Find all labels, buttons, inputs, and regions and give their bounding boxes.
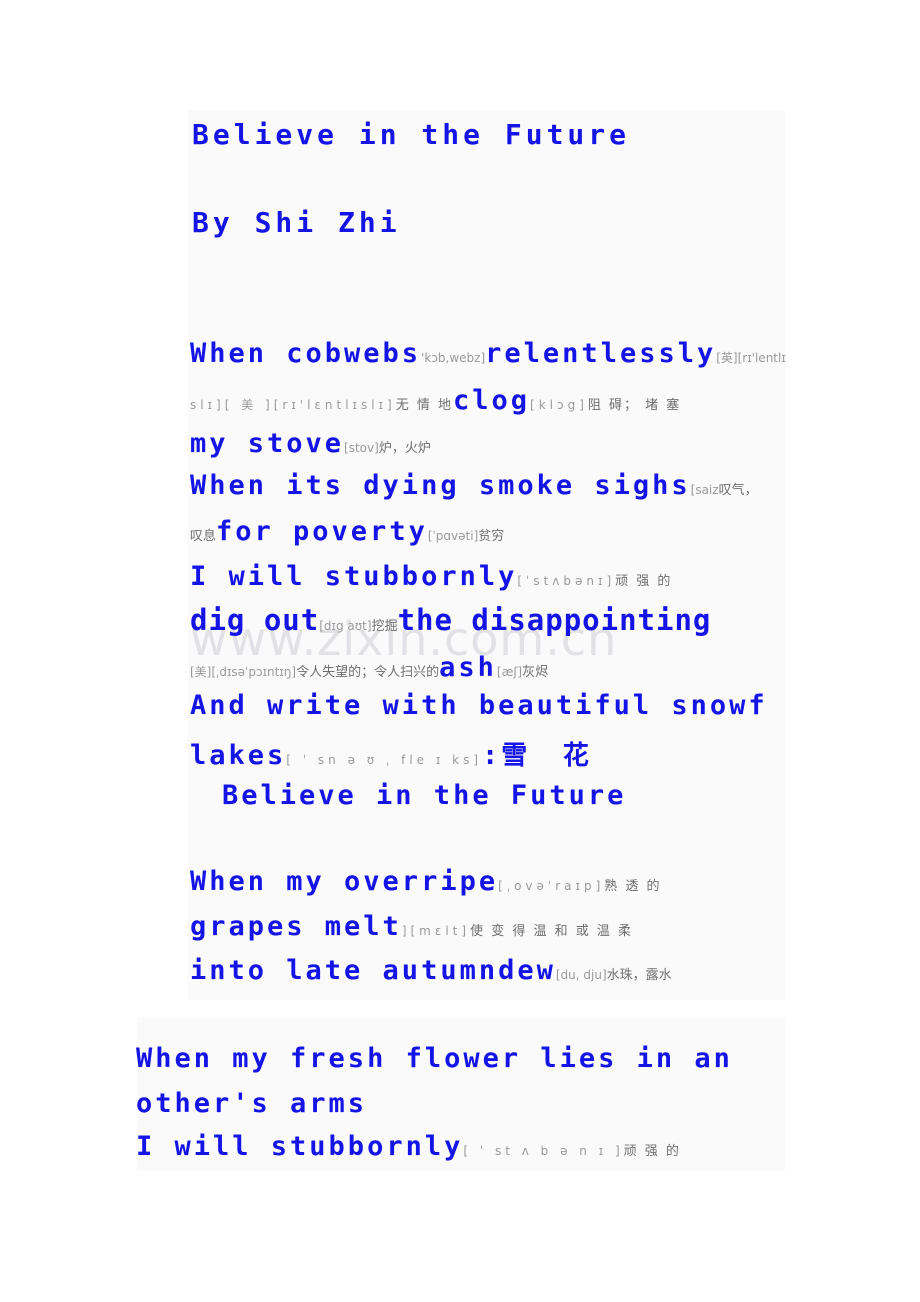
poem-line: into late autumndew[du, dju]水珠，露水 bbox=[190, 955, 672, 986]
phonetic-annotation: [英][rɪ'lentlɪ bbox=[716, 351, 786, 365]
poem-author: By Shi Zhi bbox=[192, 206, 401, 239]
gloss-annotation: 灰烬 bbox=[522, 665, 549, 680]
poem-words: When my overripe bbox=[190, 866, 499, 897]
poem-words: my stove bbox=[190, 428, 345, 459]
poem-title: Believe in the Future bbox=[192, 118, 631, 151]
gloss-annotation: 使 变 得 温 和 或 温 柔 bbox=[470, 924, 634, 939]
gloss-annotation: 无 情 地 bbox=[395, 398, 454, 413]
gloss-annotation: 顽 强 的 bbox=[615, 574, 673, 589]
phonetic-annotation: [æʃ] bbox=[496, 665, 523, 679]
phonetic-annotation: [ ˈ st ʌ b ə n ɪ ] bbox=[463, 1144, 624, 1158]
gloss-annotation: 贫穷 bbox=[478, 529, 505, 544]
poem-words: other's arms bbox=[136, 1088, 368, 1119]
poem-words: for poverty bbox=[216, 516, 428, 547]
phonetic-annotation: [dɪg aʊt] bbox=[319, 619, 372, 633]
poem-line: dig out[dɪg aʊt]挖掘the disappointing bbox=[190, 603, 711, 637]
poem-words: lakes bbox=[190, 740, 287, 771]
poem-line: other's arms bbox=[136, 1088, 367, 1119]
gloss-annotation: 叹息 bbox=[190, 529, 217, 544]
poem-words: : bbox=[482, 740, 502, 771]
poem-words: I will stubbornly bbox=[136, 1131, 464, 1162]
gloss-annotation: 顽 强 的 bbox=[623, 1144, 681, 1159]
poem-words: When my fresh flower lies in an bbox=[136, 1043, 733, 1074]
poem-words: dew bbox=[498, 955, 556, 986]
poem-line: grapes melt][mɛlt]使 变 得 温 和 或 温 柔 bbox=[190, 911, 633, 942]
poem-line: I will stubbornly[ˈstʌbənɪ]顽 强 的 bbox=[190, 561, 672, 592]
gloss-annotation: 炉，火炉 bbox=[378, 441, 431, 456]
poem-line: When my overripe[ˌovəˈraɪp]熟 透 的 bbox=[190, 866, 662, 897]
phonetic-annotation: 'kɔb,webz] bbox=[421, 351, 486, 365]
poem-words: I will stubbornly bbox=[190, 561, 518, 592]
gloss-annotation: 挖掘 bbox=[371, 619, 398, 634]
poem-line: When its dying smoke sighs[saiz叹气， bbox=[190, 470, 758, 501]
poem-line: And write with beautiful snowf bbox=[190, 690, 768, 721]
poem-line: I will stubbornly[ ˈ st ʌ b ə n ɪ ]顽 强 的 bbox=[136, 1131, 681, 1162]
gloss-annotation: 熟 透 的 bbox=[604, 879, 662, 894]
phonetic-annotation: [ˈstʌbənɪ] bbox=[517, 574, 616, 588]
poem-words: relentlessly bbox=[485, 338, 717, 369]
poem-line: lakes[ ˈ sn ə ʊ ˌ fle ɪ ks]:雪 花 bbox=[190, 735, 599, 772]
phonetic-annotation: [美][ˌdɪsəˈpɔɪntɪŋ] bbox=[190, 665, 297, 679]
poem-words: into late autumn bbox=[190, 955, 499, 986]
poem-line: [美][ˌdɪsəˈpɔɪntɪŋ]令人失望的；令人扫兴的ash[æʃ]灰烬 bbox=[190, 652, 548, 683]
phonetic-annotation: ][mɛlt] bbox=[401, 924, 471, 938]
poem-line: slɪ][ 美 ][rɪ'lɛntlɪslɪ]无 情 地clog[klɔg]阻 … bbox=[190, 385, 681, 416]
poem-refrain: Believe in the Future bbox=[222, 780, 626, 811]
phonetic-annotation: [klɔg] bbox=[530, 398, 588, 412]
poem-words: And write with beautiful snowf bbox=[190, 690, 768, 721]
gloss-annotation: 水珠，露水 bbox=[606, 968, 672, 983]
poem-line: my stove[stov]炉，火炉 bbox=[190, 428, 431, 459]
poem-words: When its dying smoke sighs bbox=[190, 470, 691, 501]
poem-line: When cobwebs'kɔb,webz]relentlessly[英][rɪ… bbox=[190, 338, 786, 369]
gloss-annotation: 叹气， bbox=[718, 483, 758, 498]
poem-words: grapes melt bbox=[190, 911, 402, 942]
poem-line: 叹息for poverty[ˈpɑvəti]贫穷 bbox=[190, 516, 504, 547]
poem-words: ash bbox=[439, 652, 497, 683]
phonetic-annotation: [stov] bbox=[344, 441, 379, 455]
poem-words: When cobwebs bbox=[190, 338, 422, 369]
poem-words: clog bbox=[453, 385, 531, 416]
phonetic-annotation: [ˈpɑvəti] bbox=[427, 529, 479, 543]
poem-line: When my fresh flower lies in an bbox=[136, 1043, 733, 1074]
poem-words: dig out bbox=[190, 603, 320, 637]
poem-words: the disappointing bbox=[397, 603, 712, 637]
phonetic-annotation: [saiz bbox=[690, 483, 719, 497]
phonetic-annotation: [ ˈ sn ə ʊ ˌ fle ɪ ks] bbox=[286, 753, 483, 767]
gloss-annotation: 阻 碍； 堵 塞 bbox=[587, 398, 682, 413]
phonetic-annotation: slɪ][ 美 ][rɪ'lɛntlɪslɪ] bbox=[190, 398, 396, 412]
gloss-annotation: 令人失望的；令人扫兴的 bbox=[296, 665, 440, 680]
translation-snowflakes: 雪 花 bbox=[501, 741, 599, 771]
poem-text-layer: Believe in the Future By Shi Zhi When co… bbox=[0, 0, 920, 1302]
phonetic-annotation: [ˌovəˈraɪp] bbox=[498, 879, 605, 893]
phonetic-annotation: [du, dju] bbox=[555, 968, 607, 982]
poem-words: Believe in the Future bbox=[222, 780, 627, 811]
